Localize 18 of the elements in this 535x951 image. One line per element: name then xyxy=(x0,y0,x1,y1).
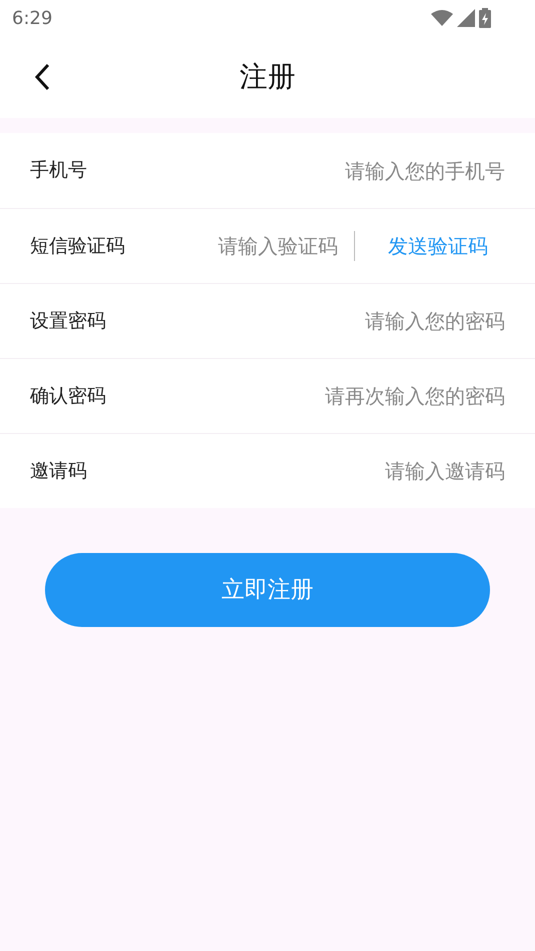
send-code-link[interactable]: 发送验证码 xyxy=(355,231,505,261)
input-field[interactable]: 请输入邀请码 xyxy=(180,456,505,486)
status-time: 6:29 xyxy=(12,6,52,30)
input-field[interactable]: 请输入验证码 xyxy=(180,231,354,261)
field-label: 确认密码 xyxy=(30,384,107,409)
battery-icon xyxy=(479,8,491,28)
wifi-icon xyxy=(431,10,453,26)
page-title: 注册 xyxy=(240,59,296,95)
register-button[interactable]: 立即注册 xyxy=(45,553,490,627)
field-label: 设置密码 xyxy=(30,308,107,334)
input-field[interactable]: 请输入您的密码 xyxy=(180,306,505,336)
field-label: 手机号 xyxy=(30,158,88,184)
signal-icon xyxy=(457,9,475,27)
back-icon xyxy=(34,63,50,91)
input-field[interactable]: 请输入您的手机号 xyxy=(180,156,505,186)
field-label: 邀请码 xyxy=(30,458,88,484)
input-field[interactable]: 请再次输入您的密码 xyxy=(180,381,505,411)
field-label: 短信验证码 xyxy=(30,234,126,259)
